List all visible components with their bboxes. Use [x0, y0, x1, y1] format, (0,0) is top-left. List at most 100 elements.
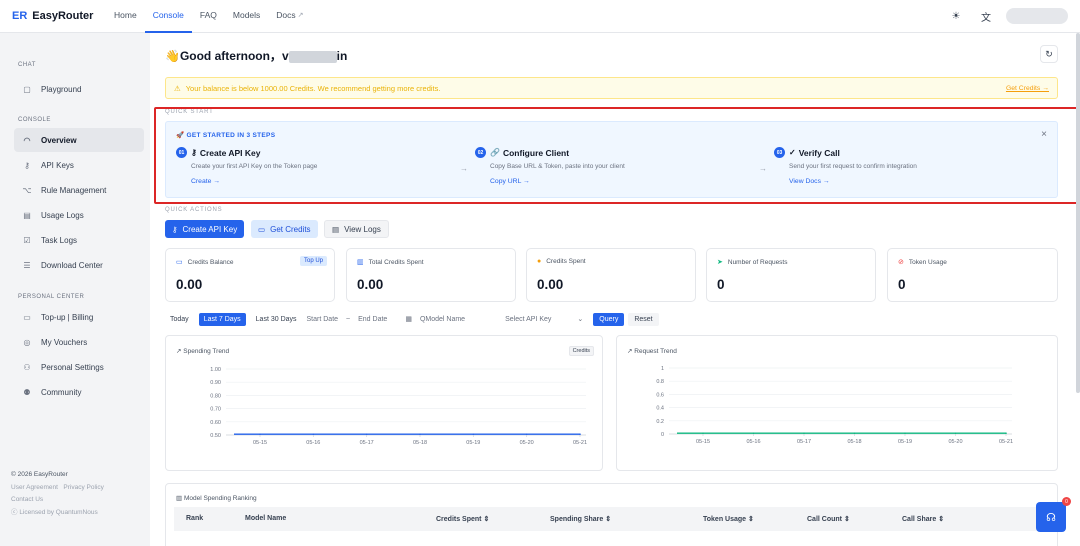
sidebar-section-chat: CHAT	[18, 62, 36, 68]
x-tick-label: 05-15	[696, 439, 710, 445]
get-credits-button[interactable]: ▭ Get Credits	[251, 220, 318, 238]
quick-start-highlight-box	[154, 107, 1080, 204]
sidebar-item-my-vouchers[interactable]: ◎ My Vouchers	[14, 330, 144, 354]
logo[interactable]: ER EasyRouter	[12, 10, 106, 22]
sidebar-item-task-logs[interactable]: ☑ Task Logs	[14, 228, 144, 252]
filter-today[interactable]: Today	[165, 313, 194, 326]
refresh-icon[interactable]: ↻	[1040, 45, 1058, 63]
column-rank: Rank	[186, 515, 204, 522]
data-point	[853, 432, 856, 434]
sidebar-item-topup-billing[interactable]: ▭ Top-up | Billing	[14, 305, 144, 329]
stat-card-token-usage: ⊘ Token Usage 0	[887, 248, 1058, 302]
nav-models[interactable]: Models	[225, 0, 268, 33]
x-tick-label: 05-16	[306, 440, 320, 446]
column-label: Token Usage	[703, 516, 747, 523]
gauge-icon: ◠	[23, 135, 31, 145]
get-credits-link[interactable]: Get Credits →	[1006, 85, 1049, 92]
reset-button[interactable]: Reset	[628, 312, 659, 326]
x-tick-label: 05-19	[898, 439, 912, 445]
nav-faq[interactable]: FAQ	[192, 0, 225, 33]
sidebar-item-usage-logs[interactable]: ▤ Usage Logs	[14, 203, 144, 227]
ranking-title: Model Spending Ranking	[183, 495, 257, 502]
sidebar-item-community[interactable]: ⚉ Community	[14, 380, 144, 404]
nav-home[interactable]: Home	[106, 0, 145, 33]
api-key-select[interactable]: Select API Key	[505, 316, 551, 323]
column-call-count[interactable]: Call Count ⇕	[807, 515, 850, 523]
playground-icon: ▢	[23, 84, 31, 94]
stat-card-credits-balance: ▭ Credits Balance Top Up 0.00	[165, 248, 335, 302]
list-icon: ☰	[23, 260, 31, 270]
y-tick-label: 0.60	[210, 420, 221, 426]
sidebar-item-label: Task Logs	[41, 235, 78, 245]
y-tick-label: 0	[661, 432, 664, 438]
sidebar-item-label: Community	[41, 387, 82, 397]
token-icon: ⊘	[898, 259, 904, 266]
button-label: Get Credits	[270, 224, 311, 234]
rules-icon: ⌥	[22, 185, 32, 195]
user-agreement-link[interactable]: User Agreement	[11, 484, 58, 491]
logs-icon: ▤	[332, 224, 340, 234]
view-logs-button[interactable]: ▤ View Logs	[324, 220, 389, 238]
x-tick-label: 05-17	[360, 440, 374, 446]
language-translate-icon[interactable]: 文	[976, 6, 996, 26]
y-tick-label: 0.2	[656, 419, 664, 425]
end-date-input[interactable]: End Date	[358, 316, 387, 323]
nav-console[interactable]: Console	[144, 0, 192, 33]
sidebar-item-label: Playground	[41, 84, 82, 94]
support-headset-icon[interactable]: ☊	[1036, 502, 1066, 532]
data-point	[904, 432, 906, 434]
column-credits-spent[interactable]: Credits Spent ⇕	[436, 515, 489, 523]
x-tick-label: 05-21	[573, 440, 587, 446]
user-menu-avatar[interactable]	[1006, 8, 1068, 24]
top-up-button[interactable]: Top Up	[299, 256, 327, 266]
app-name: EasyRouter	[32, 10, 94, 22]
model-name-input[interactable]: Model Name	[425, 316, 465, 323]
sidebar-item-label: Personal Settings	[41, 362, 104, 372]
sidebar-item-api-keys[interactable]: ⚷ API Keys	[14, 153, 144, 177]
nav-docs[interactable]: Docs ↗	[268, 0, 311, 33]
start-date-input[interactable]: Start Date	[307, 316, 339, 323]
stat-value: 0	[717, 277, 725, 292]
column-token-usage[interactable]: Token Usage ⇕	[703, 515, 754, 523]
column-spending-share[interactable]: Spending Share ⇕	[550, 515, 611, 523]
stat-label: Total Credits Spent	[368, 258, 424, 266]
calendar-icon[interactable]: ▦	[405, 315, 412, 323]
chevron-down-icon[interactable]: ⌄	[577, 315, 583, 323]
filter-last-7-days[interactable]: Last 7 Days	[198, 312, 246, 326]
request-trend-chart: 1 0.8 0.6 0.4 0.2 0 05-15 05-16 05-17 05-18 05-19 0…	[656, 366, 1013, 445]
copyright: © 2026 EasyRouter	[11, 471, 68, 478]
community-icon: ⚉	[23, 387, 31, 397]
query-button[interactable]: Query	[593, 312, 625, 326]
column-call-share[interactable]: Call Share ⇕	[902, 515, 944, 523]
date-separator: ~	[346, 315, 351, 323]
contact-us-link[interactable]: Contact Us	[11, 494, 104, 507]
sidebar-item-download-center[interactable]: ☰ Download Center	[14, 253, 144, 277]
page-scrollbar[interactable]	[1076, 33, 1080, 393]
x-tick-label: 05-21	[999, 439, 1013, 445]
top-navigation-bar: ER EasyRouter Home Console FAQ Models Do…	[0, 0, 1080, 33]
x-tick-label: 05-18	[847, 439, 861, 445]
main-content: 👋Good afternoon，v in ↻ ⚠ Your balance is …	[150, 33, 1080, 546]
redacted-username	[288, 50, 337, 63]
sidebar-item-label: Overview	[41, 135, 77, 145]
spending-trend-panel: ↗ Spending Trend Credits 1.00 0.90 0.80 0.7…	[165, 335, 603, 471]
create-api-key-button[interactable]: ⚷ Create API Key	[165, 220, 245, 238]
key-icon: ⚷	[172, 224, 178, 234]
sidebar-item-label: Rule Management	[41, 185, 107, 195]
sidebar-item-personal-settings[interactable]: ⚇ Personal Settings	[14, 355, 144, 379]
ranking-icon: ▥	[176, 495, 184, 502]
y-tick-label: 0.4	[656, 406, 664, 412]
sidebar-item-overview[interactable]: ◠ Overview	[14, 128, 144, 152]
logo-mark: ER	[12, 10, 28, 22]
theme-toggle-sun-icon[interactable]: ☀	[946, 6, 966, 26]
x-tick-label: 05-16	[746, 439, 760, 445]
sidebar-item-rule-management[interactable]: ⌥ Rule Management	[14, 178, 144, 202]
sidebar-item-playground[interactable]: ▢ Playground	[14, 77, 144, 101]
send-icon: ➤	[717, 259, 723, 266]
privacy-policy-link[interactable]: Privacy Policy	[63, 484, 103, 491]
filter-last-30-days[interactable]: Last 30 Days	[251, 313, 302, 326]
voucher-icon: ◎	[23, 337, 31, 347]
stat-card-number-of-requests: ➤ Number of Requests 0	[706, 248, 876, 302]
sidebar-item-label: Download Center	[41, 260, 103, 270]
data-point	[365, 433, 368, 435]
